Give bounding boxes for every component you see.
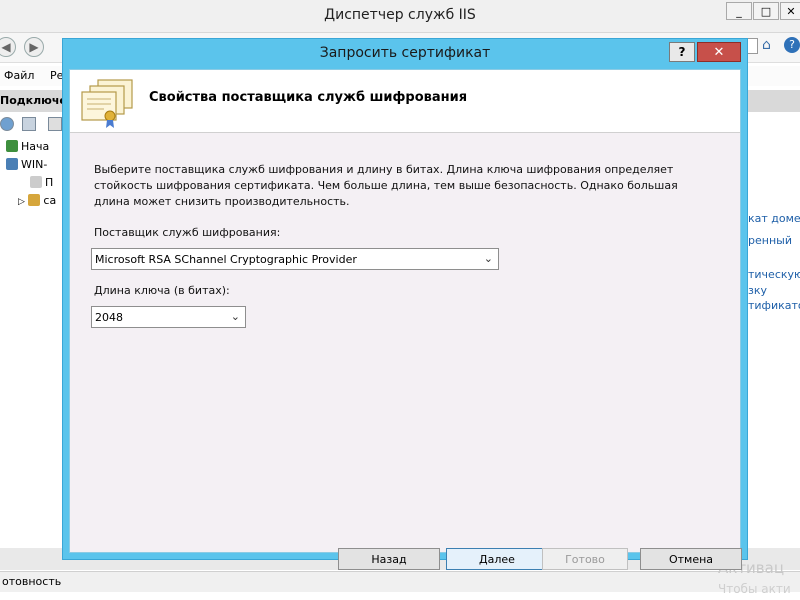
tree-item-server[interactable]: WIN- — [6, 158, 47, 171]
activation-watermark-sub: Чтобы акти — [718, 582, 791, 596]
action-link-cert[interactable]: тификато — [748, 299, 800, 312]
chevron-down-icon: ⌄ — [483, 252, 493, 265]
tree-item-sites[interactable]: ▷ са — [18, 194, 56, 207]
action-link-auto[interactable]: тическую — [748, 268, 800, 281]
expand-icon[interactable]: ▷ — [18, 197, 25, 207]
request-certificate-dialog: Запросить сертификат ? ✕ Свойства постав… — [62, 38, 748, 570]
dialog-title: Запросить сертификат — [319, 45, 491, 61]
close-window-button[interactable]: ✕ — [780, 2, 800, 20]
action-link-auto-2[interactable]: зку — [748, 284, 767, 297]
provider-label: Поставщик служб шифрования: — [94, 226, 281, 239]
keylength-select[interactable]: 2048 ⌄ — [91, 306, 246, 328]
minimize-button[interactable]: _ — [726, 2, 752, 20]
dialog-description: Выберите поставщика служб шифрования и д… — [94, 163, 678, 208]
server-icon — [6, 158, 18, 170]
back-button[interactable]: Назад — [338, 548, 440, 570]
tree-item-pools[interactable]: П — [30, 176, 53, 189]
action-link-domain[interactable]: кат домен — [748, 212, 800, 225]
forward-nav-icon[interactable]: ▶ — [24, 37, 44, 57]
status-bar: отовность — [0, 571, 800, 592]
next-button[interactable]: Далее — [446, 548, 548, 570]
help-icon[interactable]: ? — [784, 37, 800, 53]
iis-title-bar: Диспетчер служб IIS _ □ ✕ — [0, 0, 800, 33]
connections-header: Подключения — [0, 90, 66, 112]
actions-header — [746, 90, 800, 112]
dialog-header: Свойства поставщика служб шифрования — [70, 70, 740, 133]
keylength-label: Длина ключа (в битах): — [94, 284, 230, 297]
chevron-down-icon: ⌄ — [230, 310, 240, 323]
connect-icon[interactable] — [0, 117, 14, 131]
save-icon[interactable] — [22, 117, 36, 131]
dialog-close-button[interactable]: ✕ — [697, 42, 741, 62]
back-nav-icon[interactable]: ◀ — [0, 37, 16, 57]
iis-window-title: Диспетчер служб IIS — [324, 7, 476, 23]
connections-toolbar — [0, 114, 66, 136]
app-pools-icon — [30, 176, 42, 188]
maximize-button[interactable]: □ — [753, 2, 779, 20]
keylength-select-value: 2048 — [95, 311, 123, 324]
provider-select[interactable]: Microsoft RSA SChannel Cryptographic Pro… — [91, 248, 499, 270]
dialog-body: Свойства поставщика служб шифрования Выб… — [69, 69, 742, 570]
start-page-icon — [6, 140, 18, 152]
sites-icon — [28, 194, 41, 206]
status-text: отовность — [2, 575, 62, 588]
cancel-button[interactable]: Отмена — [640, 548, 742, 570]
tree-item-start[interactable]: Нача — [6, 140, 49, 153]
finish-button[interactable]: Готово — [542, 548, 628, 570]
dialog-help-button[interactable]: ? — [669, 42, 695, 62]
home-icon[interactable]: ⌂ — [762, 37, 771, 53]
provider-select-value: Microsoft RSA SChannel Cryptographic Pro… — [95, 253, 357, 266]
dialog-heading: Свойства поставщика служб шифрования — [149, 90, 468, 105]
toolbar-icon[interactable] — [48, 117, 62, 131]
action-link-signed[interactable]: ренный — [748, 234, 792, 247]
menu-file[interactable]: Файл — [4, 69, 34, 82]
certificate-icon — [81, 79, 133, 128]
